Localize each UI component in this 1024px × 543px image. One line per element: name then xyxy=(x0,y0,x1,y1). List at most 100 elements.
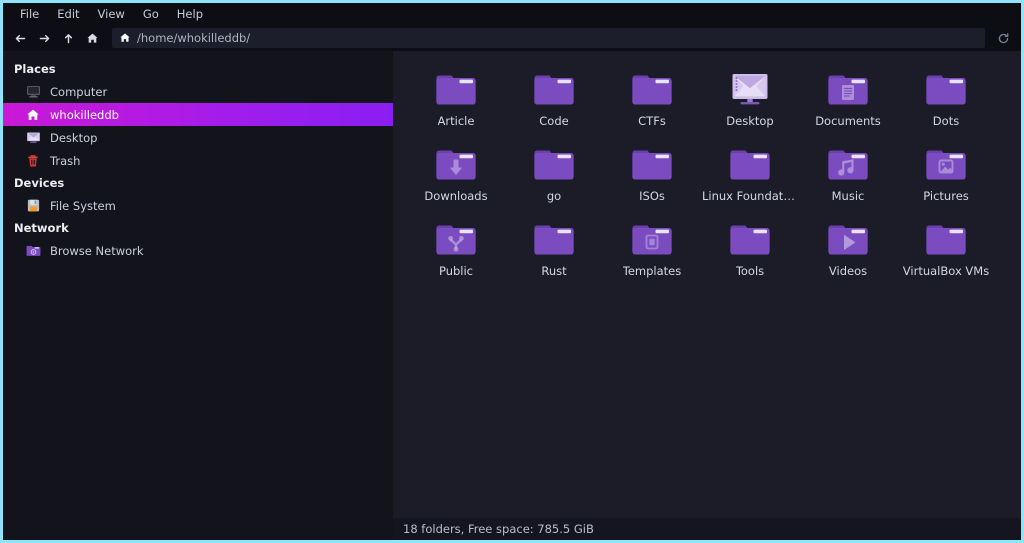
status-text: 18 folders, Free space: 785.5 GiB xyxy=(403,522,594,536)
folder-shape xyxy=(433,217,479,261)
icon-grid-view[interactable]: Article Code CTFs Desktop xyxy=(393,51,1021,518)
home-icon xyxy=(119,32,131,44)
folder-public-icon xyxy=(433,217,479,261)
status-bar: 18 folders, Free space: 785.5 GiB xyxy=(393,518,1021,540)
folder-go[interactable]: go xyxy=(505,140,603,215)
folder-label: Music xyxy=(832,189,865,203)
menu-file[interactable]: File xyxy=(11,5,48,23)
folder-isos[interactable]: ISOs xyxy=(603,140,701,215)
folder-public[interactable]: Public xyxy=(407,215,505,290)
toolbar: /home/whokilleddb/ xyxy=(3,25,1021,51)
folder-label: CTFs xyxy=(638,114,666,128)
folder-label: VirtualBox VMs xyxy=(903,264,989,278)
reload-button[interactable] xyxy=(991,28,1015,48)
folder-shape xyxy=(923,217,969,261)
folder-templates-icon xyxy=(629,217,675,261)
arrow-up-icon xyxy=(62,32,75,45)
folder-shape xyxy=(629,217,675,261)
path-input[interactable]: /home/whokilleddb/ xyxy=(137,31,250,45)
folder-music[interactable]: Music xyxy=(799,140,897,215)
computer-icon xyxy=(25,84,41,100)
menu-edit[interactable]: Edit xyxy=(48,5,88,23)
sidebar-item-desktop[interactable]: Desktop xyxy=(3,126,393,149)
folder-label: Article xyxy=(438,114,475,128)
folder-label: Desktop xyxy=(726,114,773,128)
trash-shape xyxy=(26,154,40,168)
folder-tools[interactable]: Tools xyxy=(701,215,799,290)
folder-shape xyxy=(433,142,479,186)
sidebar-item-label: Computer xyxy=(50,85,107,99)
folder-pictures-icon xyxy=(923,142,969,186)
menu-go[interactable]: Go xyxy=(134,5,168,23)
folder-music-icon xyxy=(825,142,871,186)
sidebar-item-computer[interactable]: Computer xyxy=(3,80,393,103)
network-folder-shape xyxy=(26,243,41,258)
folder-label: Templates xyxy=(623,264,681,278)
folder-label: Rust xyxy=(541,264,566,278)
folder-downloads[interactable]: Downloads xyxy=(407,140,505,215)
folder-pictures[interactable]: Pictures xyxy=(897,140,995,215)
folder-icon xyxy=(923,67,969,111)
folder-label: go xyxy=(547,189,561,203)
desktop-shape xyxy=(26,130,41,145)
folder-label: Downloads xyxy=(424,189,487,203)
folder-shape xyxy=(727,217,773,261)
home-icon xyxy=(86,32,99,45)
folder-shape xyxy=(531,67,577,111)
folder-article[interactable]: Article xyxy=(407,65,505,140)
sidebar-group-places-title: Places xyxy=(3,58,393,80)
folder-dots[interactable]: Dots xyxy=(897,65,995,140)
window-body: Places Computer whokilleddb Desktop Tras… xyxy=(3,51,1021,540)
arrow-right-icon xyxy=(38,32,51,45)
folder-icon xyxy=(531,67,577,111)
path-bar[interactable]: /home/whokilleddb/ xyxy=(112,28,985,48)
sidebar-item-browse-network[interactable]: Browse Network xyxy=(3,239,393,262)
folder-icon xyxy=(531,217,577,261)
desktop-monitor-icon xyxy=(727,67,773,111)
sidebar: Places Computer whokilleddb Desktop Tras… xyxy=(3,51,393,540)
folder-code[interactable]: Code xyxy=(505,65,603,140)
sidebar-item-file-system[interactable]: File System xyxy=(3,194,393,217)
reload-icon xyxy=(997,32,1010,45)
folder-icon xyxy=(433,67,479,111)
folder-documents-icon xyxy=(825,67,871,111)
folder-shape xyxy=(629,142,675,186)
trash-icon xyxy=(25,153,41,169)
folder-rust[interactable]: Rust xyxy=(505,215,603,290)
drive-icon xyxy=(25,198,41,214)
computer-shape xyxy=(26,84,41,99)
sidebar-item-label: File System xyxy=(50,199,116,213)
sidebar-item-label: Trash xyxy=(50,154,80,168)
home-button[interactable] xyxy=(81,28,103,48)
folder-shape xyxy=(727,142,773,186)
folder-icon xyxy=(727,142,773,186)
folder-videos[interactable]: Videos xyxy=(799,215,897,290)
menu-help[interactable]: Help xyxy=(168,5,212,23)
folder-desktop[interactable]: Desktop xyxy=(701,65,799,140)
sidebar-item-whokilleddb[interactable]: whokilleddb xyxy=(3,103,393,126)
folder-shape xyxy=(825,217,871,261)
home-icon xyxy=(25,107,41,123)
sidebar-item-label: Browse Network xyxy=(50,244,144,258)
folder-ctfs[interactable]: CTFs xyxy=(603,65,701,140)
folder-shape xyxy=(629,67,675,111)
folder-label: Documents xyxy=(815,114,881,128)
folder-linux-foundation[interactable]: Linux Foundation xyxy=(701,140,799,215)
folder-documents[interactable]: Documents xyxy=(799,65,897,140)
sidebar-group-network-title: Network xyxy=(3,217,393,239)
drive-shape xyxy=(26,198,41,213)
up-button[interactable] xyxy=(57,28,79,48)
back-button[interactable] xyxy=(9,28,31,48)
menu-bar: FileEditViewGoHelp xyxy=(3,3,1021,25)
folder-icon xyxy=(923,217,969,261)
folder-label: Tools xyxy=(736,264,764,278)
sidebar-item-trash[interactable]: Trash xyxy=(3,149,393,172)
folder-templates[interactable]: Templates xyxy=(603,215,701,290)
folder-virtualbox-vms[interactable]: VirtualBox VMs xyxy=(897,215,995,290)
folder-shape xyxy=(825,142,871,186)
forward-button[interactable] xyxy=(33,28,55,48)
folder-icon xyxy=(629,67,675,111)
network-folder-icon xyxy=(25,243,41,259)
menu-view[interactable]: View xyxy=(89,5,134,23)
folder-videos-icon xyxy=(825,217,871,261)
